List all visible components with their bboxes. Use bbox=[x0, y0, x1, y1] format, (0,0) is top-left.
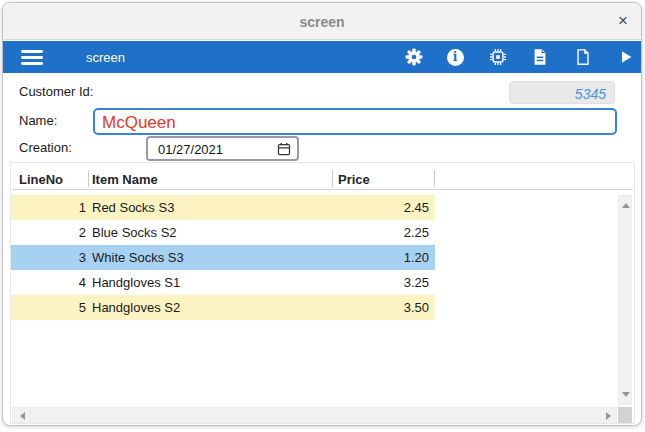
column-header-lineno[interactable]: LineNo bbox=[19, 172, 63, 187]
table-body: 1 Red Socks S3 2.45 2 Blue Socks S2 2.25… bbox=[11, 195, 435, 320]
cell-price: 3.25 bbox=[365, 270, 435, 295]
document-text-icon[interactable] bbox=[531, 48, 549, 66]
cell-item-name: Red Socks S3 bbox=[92, 195, 365, 220]
settings-gear-icon[interactable] bbox=[405, 48, 423, 66]
column-separator bbox=[332, 170, 333, 187]
table-panel: LineNo Item Name Price 1 Red Socks S3 2.… bbox=[10, 162, 635, 424]
cell-price: 2.45 bbox=[365, 195, 435, 220]
table-row[interactable]: 1 Red Socks S3 2.45 bbox=[11, 195, 435, 220]
scroll-left-icon[interactable] bbox=[20, 412, 25, 420]
header-divider bbox=[13, 189, 633, 190]
cell-lineno: 1 bbox=[11, 195, 86, 220]
creation-date-input[interactable]: 01/27/2021 bbox=[146, 136, 299, 161]
cell-lineno: 4 bbox=[11, 270, 86, 295]
vertical-scrollbar[interactable] bbox=[618, 195, 632, 405]
toolbar: screen i bbox=[3, 41, 641, 73]
cell-item-name: White Socks S3 bbox=[92, 245, 365, 270]
menu-icon[interactable] bbox=[21, 50, 43, 68]
cell-item-name: Blue Socks S2 bbox=[92, 220, 365, 245]
column-separator bbox=[434, 170, 435, 187]
chip-icon[interactable] bbox=[489, 48, 507, 66]
info-icon[interactable]: i bbox=[446, 48, 464, 66]
window-title: screen bbox=[3, 14, 641, 30]
customer-id-label: Customer Id: bbox=[19, 84, 93, 99]
toolbar-title: screen bbox=[86, 50, 125, 65]
cell-price: 1.20 bbox=[365, 245, 435, 270]
cell-lineno: 3 bbox=[11, 245, 86, 270]
close-icon[interactable]: × bbox=[618, 11, 628, 31]
column-separator bbox=[88, 170, 89, 187]
table-row[interactable]: 2 Blue Socks S2 2.25 bbox=[11, 220, 435, 245]
cell-lineno: 5 bbox=[11, 295, 86, 320]
name-label: Name: bbox=[19, 113, 57, 128]
document-blank-icon[interactable] bbox=[574, 48, 592, 66]
creation-date-value: 01/27/2021 bbox=[158, 142, 223, 157]
scrollbar-corner bbox=[618, 407, 632, 423]
scroll-down-icon[interactable] bbox=[622, 392, 630, 397]
table-row[interactable]: 4 Handgloves S1 3.25 bbox=[11, 270, 435, 295]
title-bar: screen × bbox=[3, 3, 641, 40]
creation-label: Creation: bbox=[19, 140, 72, 155]
table-row[interactable]: 3 White Socks S3 1.20 bbox=[11, 245, 435, 270]
column-header-price[interactable]: Price bbox=[338, 172, 370, 187]
cell-price: 2.25 bbox=[365, 220, 435, 245]
customer-id-field: 5345 bbox=[509, 81, 615, 104]
cell-lineno: 2 bbox=[11, 220, 86, 245]
column-header-item-name[interactable]: Item Name bbox=[92, 172, 158, 187]
horizontal-scrollbar[interactable] bbox=[12, 407, 617, 423]
calendar-icon[interactable] bbox=[277, 142, 291, 159]
app-window: screen × screen i bbox=[2, 2, 642, 426]
table-row[interactable]: 5 Handgloves S2 3.50 bbox=[11, 295, 435, 320]
scroll-right-icon[interactable] bbox=[606, 412, 611, 420]
scroll-up-icon[interactable] bbox=[622, 203, 630, 208]
cell-price: 3.50 bbox=[365, 295, 435, 320]
cell-item-name: Handgloves S1 bbox=[92, 270, 365, 295]
run-play-icon[interactable] bbox=[617, 48, 635, 66]
cell-item-name: Handgloves S2 bbox=[92, 295, 365, 320]
name-input[interactable]: McQueen bbox=[93, 108, 617, 135]
